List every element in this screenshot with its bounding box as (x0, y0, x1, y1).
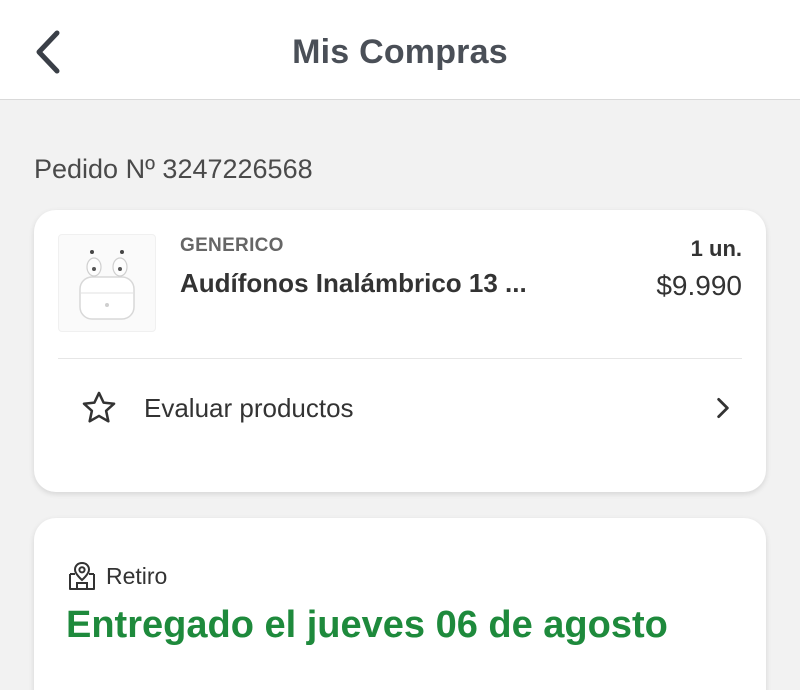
order-product-card: GENERICO Audífonos Inalámbrico 13 ... 1 … (34, 210, 766, 492)
earbuds-image (79, 250, 135, 320)
app-header: Mis Compras (0, 0, 800, 100)
store-pin-icon (69, 561, 95, 590)
evaluate-products-button[interactable]: Evaluar productos (58, 370, 742, 446)
product-brand: GENERICO (180, 235, 284, 256)
order-number: Pedido Nº 3247226568 (34, 154, 313, 184)
product-price: $9.990 (656, 270, 742, 301)
star-icon (82, 391, 116, 423)
evaluate-products-label: Evaluar productos (144, 392, 354, 423)
delivery-status-card: Retiro Entregado el jueves 06 de agosto (34, 518, 766, 690)
product-thumbnail[interactable] (58, 234, 156, 332)
chevron-right-icon (717, 397, 729, 419)
delivery-method: Retiro (66, 560, 167, 592)
delivery-method-label: Retiro (106, 562, 168, 589)
product-quantity: 1 un. (690, 236, 742, 261)
product-name[interactable]: Audífonos Inalámbrico 13 ... (180, 268, 560, 299)
card-divider (58, 358, 742, 359)
delivery-status-text: Entregado el jueves 06 de agosto (66, 604, 668, 646)
page-title: Mis Compras (292, 33, 508, 71)
